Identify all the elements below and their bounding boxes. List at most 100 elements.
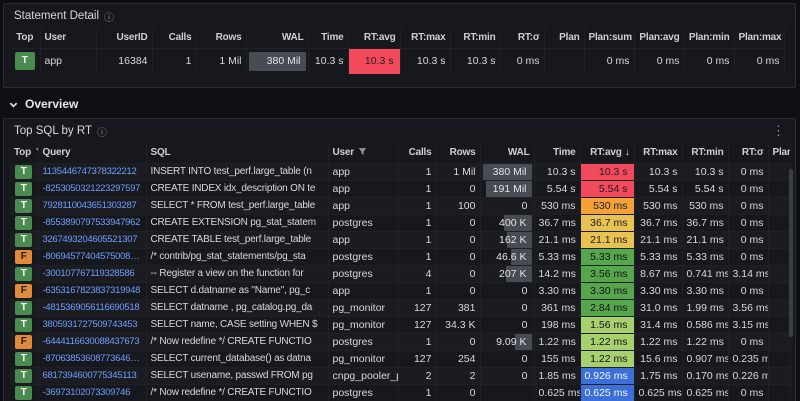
cell-calls: 1 xyxy=(398,333,437,350)
top-badge: T xyxy=(15,317,33,332)
cell-plan xyxy=(768,316,791,333)
column-header-rows[interactable]: Rows xyxy=(436,143,481,163)
query-link[interactable]: 1135446747378322212 xyxy=(38,163,147,180)
query-link[interactable]: -4815369056116690518 xyxy=(38,299,147,316)
filter-icon[interactable] xyxy=(358,147,367,156)
cell-rt-avg: 5.33 ms xyxy=(580,248,635,265)
vertical-scrollbar[interactable] xyxy=(789,169,793,337)
column-header-user[interactable]: User xyxy=(40,28,97,48)
info-icon[interactable]: ⓘ xyxy=(97,124,107,139)
panel-title[interactable]: Top SQL by RT xyxy=(14,125,92,137)
overview-section-header[interactable]: Overview xyxy=(8,95,78,113)
column-label: Plan xyxy=(772,147,790,159)
column-header-time[interactable]: Time xyxy=(308,28,349,48)
column-header-rtmin[interactable]: RT:min xyxy=(682,143,729,163)
panel-title[interactable]: Statement Detail xyxy=(14,10,99,22)
cell-sql: CREATE TABLE test_perf.large_table xyxy=(146,231,329,248)
column-header-planmin[interactable]: Plan:min xyxy=(684,28,735,48)
query-link[interactable]: -6353167823837319948 xyxy=(38,282,147,299)
cell-rt-max: 3.30 ms xyxy=(634,282,683,299)
column-label: User xyxy=(332,147,355,159)
query-link[interactable]: -8553890797533947962 xyxy=(38,214,147,231)
column-header-rtmax[interactable]: RT:max xyxy=(634,143,683,163)
query-link[interactable]: 3267493204605521307 xyxy=(38,231,147,248)
column-label: RT:σ xyxy=(741,147,764,159)
column-label: WAL xyxy=(507,147,530,159)
cell-rt-avg: 2.84 ms xyxy=(580,299,635,316)
column-header-rtavg[interactable]: RT:avg xyxy=(348,28,401,48)
cell-calls: 1 xyxy=(398,248,437,265)
column-header-query[interactable]: Query xyxy=(38,143,147,163)
column-header-userid[interactable]: UserID xyxy=(96,28,153,48)
cell-rt-max: 1.75 ms xyxy=(634,367,683,384)
column-header-top[interactable]: Top xyxy=(10,143,39,163)
wal-gauge-bar: 400 K xyxy=(499,214,532,231)
column-header-user[interactable]: User xyxy=(328,143,399,163)
top-badge: T xyxy=(15,232,33,247)
cell-calls: 127 xyxy=(398,350,437,367)
cell-user: postgres xyxy=(328,214,399,231)
column-header-top[interactable]: Top xyxy=(10,28,41,48)
statement-table-header-row: Top User UserID Calls Rows WAL Time RT:avg RT:ma… xyxy=(10,28,785,48)
sql-table-row: T 6817394600775345113 SELECT usename, pa… xyxy=(10,367,791,384)
wal-gauge-bar: 0 xyxy=(521,352,528,365)
cell-top: F xyxy=(10,282,39,299)
column-header-sql[interactable]: SQL xyxy=(146,143,329,163)
column-header-plansum[interactable]: Plan:sum xyxy=(584,28,635,48)
query-link[interactable]: -6444116630088437673 xyxy=(38,333,147,350)
column-header-rt[interactable]: RT:σ xyxy=(728,143,769,163)
top-badge: T xyxy=(15,300,33,315)
cell-rt-max: 530 ms xyxy=(634,197,683,214)
cell-top: T xyxy=(10,299,39,316)
query-link[interactable]: 6817394600775345113 xyxy=(38,367,147,384)
column-header-wal[interactable]: WAL xyxy=(246,28,309,48)
column-header-planavg[interactable]: Plan:avg xyxy=(634,28,685,48)
query-link[interactable]: -87063853608773646… xyxy=(38,350,147,367)
cell-user: app xyxy=(328,197,399,214)
column-header-calls[interactable]: Calls xyxy=(152,28,197,48)
column-header-rtavg[interactable]: RT:avg ↓ xyxy=(580,143,635,163)
column-header-rows[interactable]: Rows xyxy=(196,28,247,48)
cell-plan-max: 0 ms xyxy=(734,48,785,74)
sql-table-row: T -300107767119328586 -- Register a view… xyxy=(10,265,791,282)
info-icon[interactable]: ⓘ xyxy=(104,9,114,24)
column-header-calls[interactable]: Calls xyxy=(398,143,437,163)
query-link[interactable]: -36973102073309746 xyxy=(38,384,147,401)
query-link[interactable]: -300107767119328586 xyxy=(38,265,147,282)
cell-plan-sum: 0 ms xyxy=(584,48,635,74)
column-header-plan[interactable]: Plan xyxy=(768,143,791,163)
column-label: UserID xyxy=(116,32,148,44)
column-header-rt[interactable]: RT:σ xyxy=(500,28,545,48)
cell-calls: 1 xyxy=(152,48,197,74)
column-label: RT:min xyxy=(691,147,724,159)
sql-table-row: T -36973102073309746 /* Now redefine */ … xyxy=(10,384,791,401)
column-header-plan[interactable]: Plan xyxy=(544,28,585,48)
query-link[interactable]: -8253050321223297597 xyxy=(38,180,147,197)
cell-calls: 1 xyxy=(398,180,437,197)
cell-calls: 1 xyxy=(398,384,437,401)
panel-menu-icon[interactable]: ⋮ xyxy=(772,123,785,139)
query-link[interactable]: 3805931727509743453 xyxy=(38,316,147,333)
cell-plan xyxy=(768,299,791,316)
top-badge: F xyxy=(15,334,33,349)
cell-top: T xyxy=(10,163,39,180)
cell-rt-max: 8.67 ms xyxy=(634,265,683,282)
column-label: RT:max xyxy=(411,32,446,44)
query-link[interactable]: 7928110043651303287 xyxy=(38,197,147,214)
sort-desc-icon[interactable]: ↓ xyxy=(625,147,630,158)
cell-user: app xyxy=(328,231,399,248)
column-header-time[interactable]: Time xyxy=(534,143,581,163)
cell-plan xyxy=(768,197,791,214)
cell-rt-min: 0.170 ms xyxy=(682,367,729,384)
column-label: Plan xyxy=(559,32,580,44)
top-badge: T xyxy=(15,164,33,179)
cell-time: 198 ms xyxy=(534,316,581,333)
cell-time: 5.54 s xyxy=(534,180,581,197)
column-header-rtmin[interactable]: RT:min xyxy=(450,28,501,48)
cell-rows: 0 xyxy=(436,214,481,231)
query-link[interactable]: -80694577404575008… xyxy=(38,248,147,265)
wal-gauge-bar: 0 xyxy=(521,369,528,382)
column-header-wal[interactable]: WAL xyxy=(480,143,535,163)
column-header-planmax[interactable]: Plan:max xyxy=(734,28,785,48)
column-header-rtmax[interactable]: RT:max xyxy=(400,28,451,48)
